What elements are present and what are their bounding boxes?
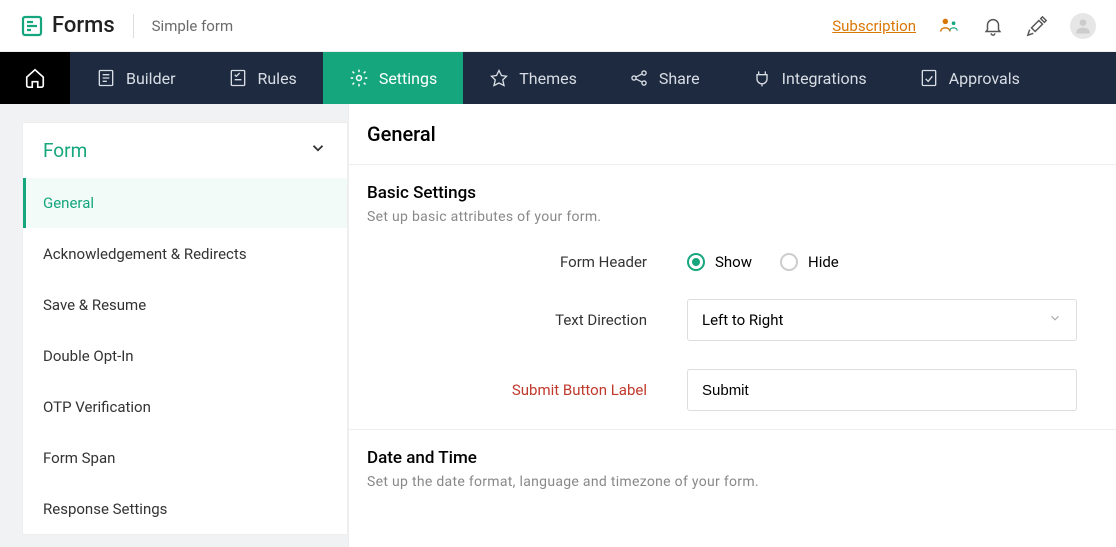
avatar-icon[interactable]	[1070, 13, 1096, 39]
form-name[interactable]: Simple form	[152, 17, 233, 35]
nav-settings-label: Settings	[379, 69, 437, 88]
settings-sidebar: Form General Acknowledgement & Redirects…	[0, 104, 348, 547]
nav-themes-label: Themes	[519, 69, 577, 88]
nav-approvals[interactable]: Approvals	[893, 52, 1046, 104]
radio-hide[interactable]: Hide	[780, 253, 839, 271]
sidebar-heading-label: Form	[43, 139, 87, 162]
section-datetime: Date and Time Set up the date format, la…	[349, 430, 1116, 508]
top-header: Forms Simple form Subscription	[0, 0, 1116, 52]
submit-button-input[interactable]	[687, 369, 1077, 411]
nav-approvals-label: Approvals	[949, 69, 1020, 88]
datetime-desc: Set up the date format, language and tim…	[367, 474, 1098, 490]
subscription-link[interactable]: Subscription	[832, 17, 916, 35]
top-right: Subscription	[832, 13, 1096, 39]
sidebar-item-acknowledgement[interactable]: Acknowledgement & Redirects	[23, 228, 347, 279]
sidebar-item-otp[interactable]: OTP Verification	[23, 381, 347, 432]
forms-logo-icon	[20, 14, 44, 38]
divider	[133, 14, 134, 38]
nav-integrations[interactable]: Integrations	[726, 52, 893, 104]
form-header-radios: Show Hide	[687, 253, 1077, 271]
row-text-direction: Text Direction Left to Right	[367, 299, 1098, 341]
sidebar-item-general[interactable]: General	[23, 178, 347, 228]
home-icon	[24, 67, 46, 89]
text-direction-label: Text Direction	[367, 311, 687, 329]
radio-circle-icon	[780, 253, 798, 271]
submit-button-control	[687, 369, 1077, 411]
integrations-icon	[752, 68, 772, 88]
text-direction-select[interactable]: Left to Right	[687, 299, 1077, 341]
chevron-down-icon	[1048, 311, 1062, 329]
main-nav: Builder Rules Settings Themes Share Inte…	[0, 52, 1116, 104]
radio-circle-icon	[687, 253, 705, 271]
form-header-label: Form Header	[367, 253, 687, 271]
submit-button-label: Submit Button Label	[367, 381, 687, 399]
brand-text: Forms	[52, 13, 115, 38]
user-swap-icon[interactable]	[938, 15, 960, 37]
sidebar-heading-form[interactable]: Form	[23, 123, 347, 178]
tools-icon[interactable]	[1026, 15, 1048, 37]
sidebar-item-double-optin[interactable]: Double Opt-In	[23, 330, 347, 381]
basic-desc: Set up basic attributes of your form.	[367, 209, 1098, 225]
sidebar-item-response-settings[interactable]: Response Settings	[23, 483, 347, 534]
sidebar-item-save-resume[interactable]: Save & Resume	[23, 279, 347, 330]
share-icon	[629, 68, 649, 88]
nav-home[interactable]	[0, 52, 70, 104]
nav-rules-label: Rules	[258, 69, 297, 88]
approvals-icon	[919, 68, 939, 88]
nav-share-label: Share	[659, 69, 700, 88]
radio-hide-label: Hide	[808, 253, 839, 271]
basic-title: Basic Settings	[367, 183, 1098, 203]
nav-builder[interactable]: Builder	[70, 52, 202, 104]
text-direction-value: Left to Right	[702, 311, 783, 329]
nav-themes[interactable]: Themes	[463, 52, 603, 104]
chevron-down-icon	[309, 139, 327, 162]
page-title: General	[349, 122, 1116, 165]
rules-icon	[228, 68, 248, 88]
sidebar-panel: Form General Acknowledgement & Redirects…	[22, 122, 348, 535]
section-basic: Basic Settings Set up basic attributes o…	[349, 165, 1116, 430]
gear-icon	[349, 68, 369, 88]
datetime-title: Date and Time	[367, 448, 1098, 468]
themes-icon	[489, 68, 509, 88]
brand[interactable]: Forms	[20, 13, 115, 38]
nav-rules[interactable]: Rules	[202, 52, 323, 104]
nav-share[interactable]: Share	[603, 52, 726, 104]
row-submit-label: Submit Button Label	[367, 369, 1098, 411]
radio-show-label: Show	[715, 253, 752, 271]
main-panel: General Basic Settings Set up basic attr…	[348, 104, 1116, 547]
radio-show[interactable]: Show	[687, 253, 752, 271]
nav-settings[interactable]: Settings	[323, 52, 463, 104]
builder-icon	[96, 68, 116, 88]
sidebar-item-form-span[interactable]: Form Span	[23, 432, 347, 483]
content: Form General Acknowledgement & Redirects…	[0, 104, 1116, 547]
row-form-header: Form Header Show Hide	[367, 253, 1098, 271]
nav-integrations-label: Integrations	[782, 69, 867, 88]
text-direction-control: Left to Right	[687, 299, 1077, 341]
nav-builder-label: Builder	[126, 69, 176, 88]
bell-icon[interactable]	[982, 15, 1004, 37]
